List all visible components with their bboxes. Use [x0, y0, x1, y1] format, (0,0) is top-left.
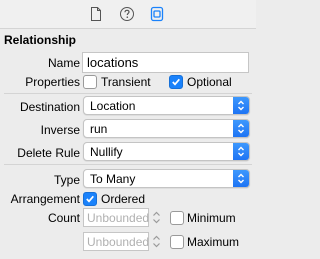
maximum-count-field[interactable]: Unbounded	[83, 232, 149, 251]
ordered-checkbox[interactable]	[83, 192, 97, 206]
type-label: Type	[53, 173, 80, 187]
destination-label: Destination	[19, 100, 80, 114]
minimum-label: Minimum	[187, 211, 236, 225]
divider	[4, 93, 252, 94]
chevron-updown-icon	[233, 170, 249, 187]
delete-rule-value: Nullify	[90, 145, 123, 159]
optional-label: Optional	[187, 75, 232, 89]
type-popup[interactable]: To Many	[83, 169, 250, 188]
chevron-updown-icon	[233, 120, 249, 137]
destination-value: Location	[90, 99, 136, 113]
minimum-count-field[interactable]: Unbounded	[83, 208, 149, 227]
arrangement-label: Arrangement	[10, 192, 80, 206]
ordered-label: Ordered	[101, 192, 146, 206]
section-title: Relationship	[4, 33, 77, 47]
count-label: Count	[47, 211, 80, 225]
transient-checkbox[interactable]	[83, 75, 97, 89]
chevron-updown-icon	[233, 143, 249, 160]
inspector-tab-bar	[0, 0, 256, 29]
relationship-inspector-icon[interactable]	[149, 6, 165, 22]
type-value: To Many	[90, 172, 136, 186]
name-field[interactable]: locations	[82, 52, 249, 73]
maximum-stepper[interactable]	[151, 232, 162, 251]
properties-label: Properties	[25, 75, 80, 89]
file-icon[interactable]	[88, 6, 104, 22]
inverse-label: Inverse	[40, 123, 80, 137]
inverse-value: run	[90, 122, 108, 136]
name-label: Name	[47, 56, 80, 70]
maximum-label: Maximum	[187, 235, 240, 249]
chevron-updown-icon	[233, 97, 249, 114]
delete-rule-popup[interactable]: Nullify	[83, 142, 250, 161]
minimum-checkbox[interactable]	[170, 211, 184, 225]
maximum-checkbox[interactable]	[170, 235, 184, 249]
optional-checkbox[interactable]	[169, 75, 183, 89]
minimum-stepper[interactable]	[151, 208, 162, 227]
destination-popup[interactable]: Location	[83, 96, 250, 115]
checkmark-icon	[86, 195, 94, 203]
divider	[4, 164, 252, 165]
delete-rule-label: Delete Rule	[17, 146, 80, 160]
checkmark-icon	[172, 78, 180, 86]
help-icon[interactable]	[119, 6, 135, 22]
inverse-popup[interactable]: run	[83, 119, 250, 138]
transient-label: Transient	[101, 75, 151, 89]
